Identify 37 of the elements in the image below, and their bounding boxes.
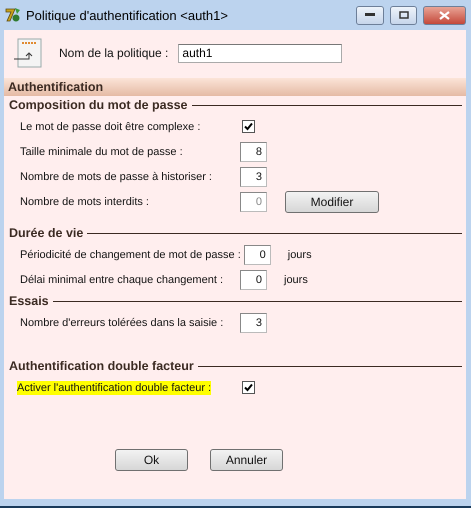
field-label: Périodicité de changement de mot de passe : (20, 248, 241, 262)
section-header: Authentification (4, 78, 466, 96)
close-button[interactable] (423, 6, 466, 24)
field-label: Nombre de mots de passe à historiser : (20, 170, 212, 184)
cancel-button[interactable]: Annuler (210, 449, 283, 471)
checkbox[interactable] (242, 381, 255, 394)
number-field[interactable]: 8 (240, 142, 267, 162)
number-field[interactable]: 0 (244, 244, 271, 264)
field-label: Taille minimale du mot de passe : (20, 144, 183, 158)
policy-name-label: Nom de la politique : (59, 46, 168, 60)
unit-label: jours (284, 274, 308, 286)
minimize-button[interactable] (356, 6, 384, 24)
number-field[interactable]: 0 (240, 270, 267, 290)
app-icon (4, 6, 22, 24)
field-label: Le mot de passe doit être complexe : (20, 120, 200, 134)
group-title: Composition du mot de passe (9, 98, 188, 112)
number-field[interactable]: 3 (240, 166, 267, 186)
minimize-icon (365, 13, 375, 17)
checkbox[interactable] (242, 120, 255, 133)
group-title: Authentification double facteur (9, 359, 194, 373)
field-label: Nombre d'erreurs tolérées dans la saisie : (20, 316, 224, 330)
group-title: Essais (9, 294, 49, 308)
checkmark-icon (244, 122, 253, 131)
group-title: Durée de vie (9, 226, 84, 240)
field-label: Délai minimal entre chaque changement : (20, 272, 224, 286)
maximize-icon (398, 11, 408, 19)
unit-label: jours (288, 248, 312, 260)
window-title: Politique d'authentification <auth1> (26, 8, 229, 22)
field-label: Activer l'authentification double facteur : (17, 380, 212, 394)
number-field[interactable]: 3 (240, 312, 267, 332)
maximize-button[interactable] (390, 6, 417, 24)
close-icon (439, 10, 450, 20)
document-icon (14, 38, 42, 68)
policy-name-field[interactable]: auth1 (178, 44, 342, 62)
field-label: Nombre de mots interdits : (20, 194, 149, 208)
ok-button[interactable]: Ok (115, 449, 188, 471)
checkmark-icon (244, 383, 253, 392)
